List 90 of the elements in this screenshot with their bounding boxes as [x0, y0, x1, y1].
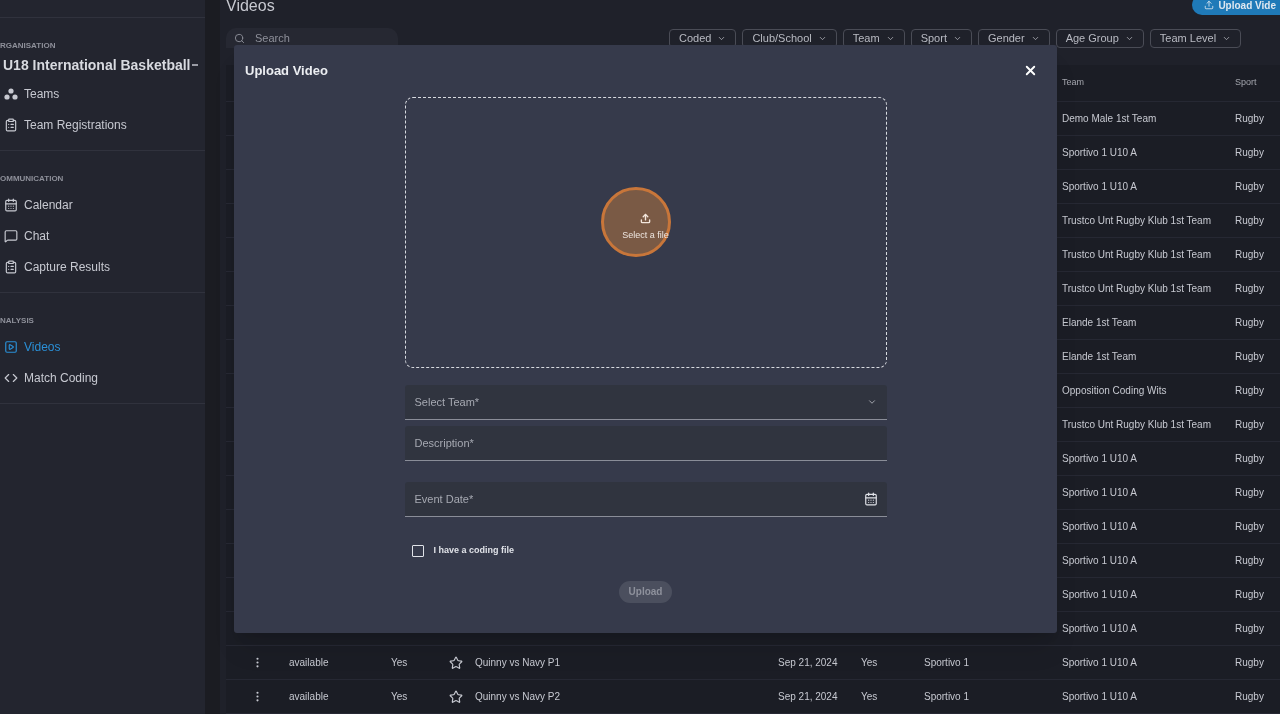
upload-icon — [1204, 0, 1215, 10]
star-icon[interactable] — [449, 655, 463, 670]
table-cell: Rugby — [1235, 317, 1264, 328]
table-cell: Elande 1st Team — [1062, 351, 1137, 362]
search-field[interactable]: Search — [226, 28, 398, 48]
table-cell: Rugby — [1235, 385, 1264, 396]
section-label: OMMUNICATION — [0, 173, 65, 185]
table-cell: Yes — [391, 657, 408, 668]
table-cell: Rugby — [1235, 419, 1264, 430]
sidebar-item[interactable]: Match Coding — [0, 362, 205, 393]
table-cell: Rugby — [1235, 147, 1264, 158]
table-cell: Rugby — [1235, 521, 1264, 532]
organisation-selector[interactable]: U18 International Basketball — [0, 52, 205, 78]
table-cell: Opposition Coding Wits — [1062, 385, 1167, 396]
table-cell: Sportivo 1 U10 A — [1062, 521, 1138, 532]
table-cell: Rugby — [1235, 453, 1264, 464]
table-cell: Sportivo 1 U10 A — [1062, 453, 1138, 464]
table-cell: Sportivo 1 U10 A — [1062, 623, 1138, 634]
table-cell: Trustco Unt Rugby Klub 1st Team — [1062, 215, 1211, 226]
caret-icon — [866, 397, 877, 407]
table-cell: Rugby — [1235, 283, 1264, 294]
table-cell: Sportivo 1 U10 A — [1062, 657, 1138, 668]
file-drop-zone[interactable]: Select a file — [404, 97, 887, 368]
table-cell: Rugby — [1235, 623, 1264, 634]
table-cell: Trustco Unt Rugby Klub 1st Team — [1062, 419, 1211, 430]
filter-dropdown[interactable]: Age Group — [1055, 28, 1144, 48]
table-cell: Sportivo 1 U10 A — [1062, 555, 1138, 566]
checkbox[interactable] — [411, 544, 424, 557]
table-cell: Sportivo 1 U10 A — [1062, 691, 1138, 702]
table-cell: Rugby — [1235, 351, 1264, 362]
select-file-label[interactable]: Select a file — [622, 229, 669, 243]
table-cell: Sep 21, 2024 — [778, 691, 838, 702]
table-cell: available — [289, 657, 329, 668]
table-cell: Quinny vs Navy P1 — [475, 657, 561, 668]
table-cell: Yes — [861, 657, 878, 668]
table-cell: available — [289, 691, 329, 702]
table-cell: Sportivo 1 — [924, 691, 970, 702]
table-cell: Trustco Unt Rugby Klub 1st Team — [1062, 249, 1211, 260]
table-cell: Rugby — [1235, 691, 1264, 702]
page-title: Videos — [226, 0, 275, 14]
table-cell: Rugby — [1235, 589, 1264, 600]
sidebar-item[interactable]: Team Registrations — [0, 109, 205, 140]
chat-icon — [4, 228, 18, 243]
checkbox-label: I have a coding file — [433, 544, 515, 557]
sidebar-item[interactable]: Capture Results — [0, 251, 205, 282]
sidebar-item[interactable]: Teams — [0, 78, 205, 109]
date-field[interactable]: Event Date* — [404, 482, 887, 517]
dialog-title: Upload Video — [245, 61, 328, 80]
clipboard-icon — [4, 117, 18, 132]
team-select[interactable]: Select Team* — [404, 385, 887, 420]
caret-icon — [191, 64, 198, 66]
star-icon[interactable] — [449, 689, 463, 704]
calendar-icon — [4, 197, 18, 212]
section-label: NALYSIS — [0, 315, 35, 327]
upload-video-button[interactable]: Upload Vide — [1192, 0, 1280, 15]
table-cell: Sportivo 1 U10 A — [1062, 147, 1138, 158]
description-field[interactable]: Description* — [404, 426, 887, 461]
search-input[interactable]: Search — [255, 29, 355, 47]
table-cell: Sportivo 1 U10 A — [1062, 487, 1138, 498]
table-cell: Elande 1st Team — [1062, 317, 1137, 328]
column-header[interactable]: Team — [1062, 77, 1084, 88]
table-cell: Sportivo 1 — [924, 657, 970, 668]
table-cell: Rugby — [1235, 487, 1264, 498]
filter-dropdown[interactable]: Team Level — [1149, 28, 1242, 48]
table-cell: Rugby — [1235, 113, 1264, 124]
table-cell: Yes — [391, 691, 408, 702]
sidebar-item[interactable]: Videos — [0, 331, 205, 362]
sidebar-item[interactable]: Chat — [0, 220, 205, 251]
search-icon — [234, 32, 245, 44]
table-cell: Yes — [861, 691, 878, 702]
calendar-icon[interactable] — [863, 492, 878, 506]
section-label: RGANISATION — [0, 40, 57, 52]
video-icon — [4, 339, 18, 354]
table-cell: Demo Male 1st Team — [1062, 113, 1157, 124]
table-cell: Rugby — [1235, 657, 1264, 668]
table-cell: Rugby — [1235, 555, 1264, 566]
table-cell: Sep 21, 2024 — [778, 657, 838, 668]
sidebar-item[interactable]: Calendar — [0, 189, 205, 220]
table-cell: Rugby — [1235, 181, 1264, 192]
people-icon — [4, 87, 18, 100]
column-header[interactable]: Sport — [1235, 77, 1257, 88]
table-cell: Rugby — [1235, 249, 1264, 260]
table-cell: Trustco Unt Rugby Klub 1st Team — [1062, 283, 1211, 294]
table-cell: Sportivo 1 U10 A — [1062, 181, 1138, 192]
close-icon[interactable] — [1023, 63, 1038, 78]
table-cell: Rugby — [1235, 215, 1264, 226]
clipboard-icon — [4, 259, 18, 274]
table-cell: Sportivo 1 U10 A — [1062, 589, 1138, 600]
upload-icon — [640, 213, 651, 224]
table-cell: Quinny vs Navy P2 — [475, 691, 561, 702]
